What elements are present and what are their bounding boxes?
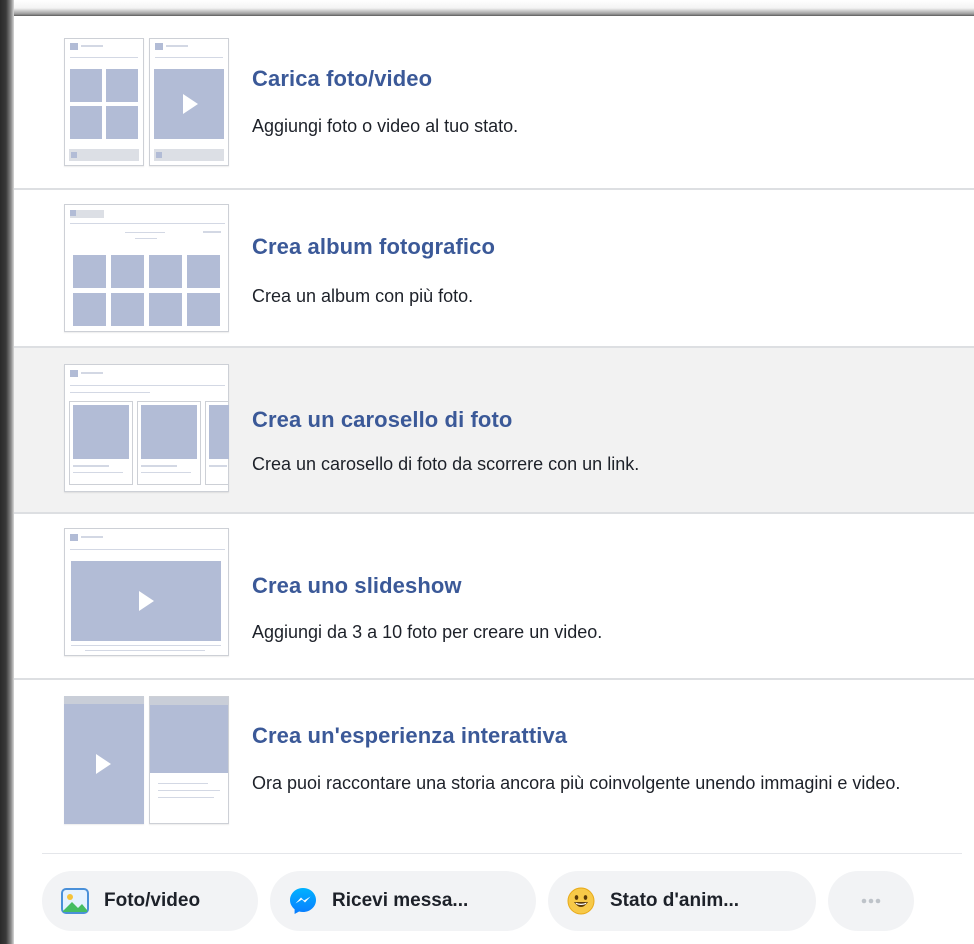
chip-label: Stato d'anim... [610,890,740,911]
slideshow-preview [64,528,229,656]
option-upload-photo-video[interactable]: Carica foto/video Aggiungi foto o video … [14,16,974,190]
video-preview [149,38,229,166]
option-title[interactable]: Carica foto/video [252,66,432,92]
interactive-image-preview [149,696,229,824]
more-options-chip[interactable] [828,871,914,931]
option-description: Aggiungi foto o video al tuo stato. [252,116,519,136]
photo-grid-preview [64,38,144,166]
play-icon [96,754,111,774]
play-icon [139,591,154,611]
option-description: Ora puoi raccontare una storia ancora pi… [252,773,901,793]
option-description: Crea un album con più foto. [252,286,474,306]
feeling-activity-chip[interactable]: Stato d'anim... [548,871,816,931]
photo-video-chip[interactable]: Foto/video [42,871,258,931]
option-create-album[interactable]: Crea album fotografico Crea un album con… [14,190,974,348]
option-create-carousel[interactable]: Crea un carosello di foto Crea un carose… [14,348,974,514]
option-create-slideshow[interactable]: Crea uno slideshow Aggiungi da 3 a 10 fo… [14,514,974,680]
get-messages-chip[interactable]: Ricevi messa... [270,871,536,931]
more-dots-icon [856,886,886,916]
album-preview [64,204,229,332]
chip-label: Foto/video [104,890,201,911]
photo-icon [60,886,90,916]
option-description: Crea un carosello di foto da scorrere co… [252,454,640,474]
option-create-interactive-experience[interactable]: Crea un'esperienza interattiva Ora puoi … [14,680,974,856]
option-title[interactable]: Crea uno slideshow [252,573,462,599]
carousel-preview [64,364,229,492]
smiley-icon [566,886,596,916]
option-title[interactable]: Crea un carosello di foto [252,407,512,433]
actions-divider [42,853,962,854]
composer-options-panel: Carica foto/video Aggiungi foto o video … [14,16,974,944]
option-description: Aggiungi da 3 a 10 foto per creare un vi… [252,622,603,642]
option-title[interactable]: Crea un'esperienza interattiva [252,723,567,749]
play-icon [183,94,198,114]
window-frame-top [0,0,974,16]
messenger-icon [288,886,318,916]
interactive-video-preview [64,696,144,824]
chip-label: Ricevi messa... [332,890,469,911]
option-title[interactable]: Crea album fotografico [252,234,495,260]
window-frame-left [0,0,14,944]
